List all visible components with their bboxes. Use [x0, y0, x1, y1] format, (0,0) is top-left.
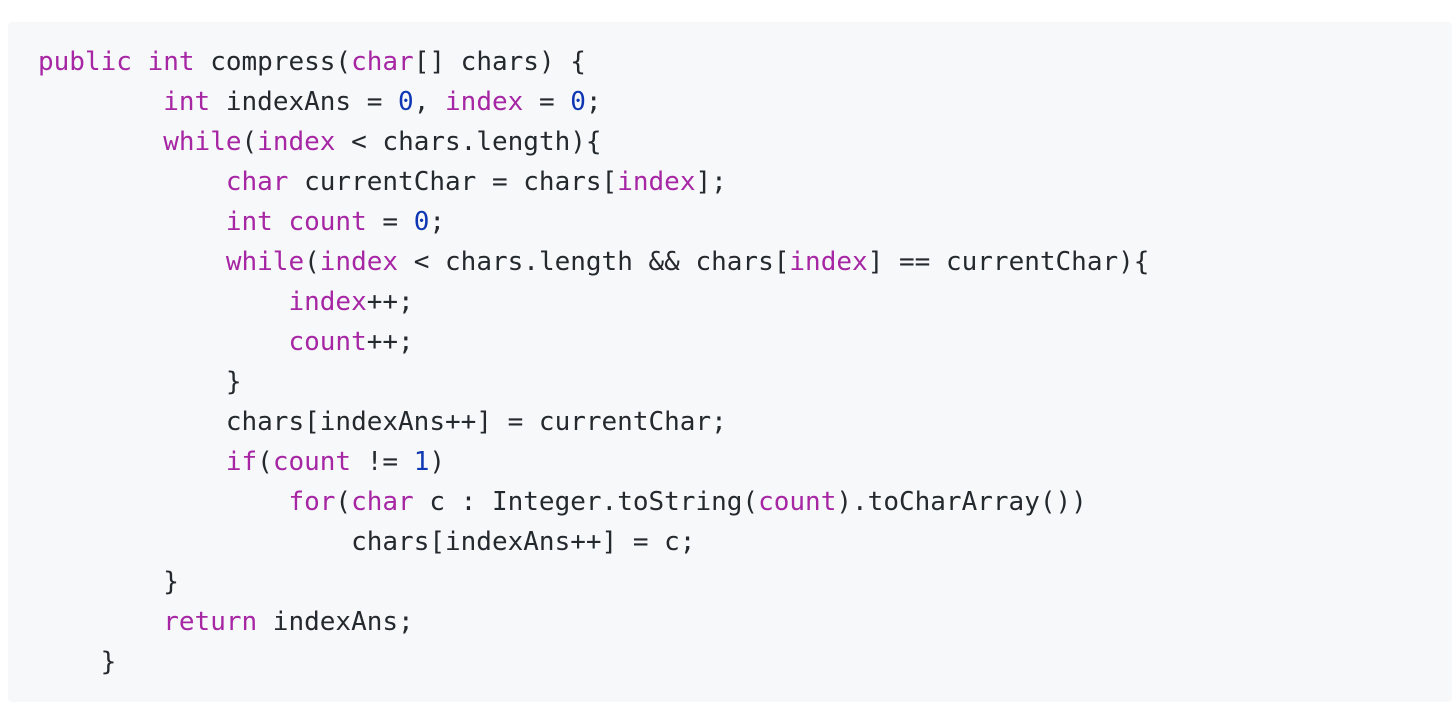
code-line: while(index < chars.length && chars[inde… [38, 242, 1150, 282]
code-token: ]; [695, 167, 727, 197]
code-token: ).toCharArray()) [836, 487, 1087, 517]
code-token: int [147, 47, 195, 77]
code-token: while [225, 247, 305, 277]
code-token: , [413, 87, 446, 117]
code-token: ( [257, 447, 273, 477]
code-line: } [38, 642, 1149, 682]
code-block: public int compress(char[] chars) { int … [8, 22, 1452, 702]
code-token: != [351, 447, 414, 477]
code-token: = [366, 207, 414, 237]
code-line: while(index < chars.length){ [38, 122, 1149, 162]
code-token: [] chars) { [413, 47, 586, 77]
code-line: chars[indexAns++] = currentChar; [38, 402, 1149, 442]
code-token: index [288, 287, 367, 317]
code-token: } [100, 647, 117, 677]
code-token: char [351, 47, 414, 77]
code-token: if [225, 447, 258, 477]
code-token: char [351, 487, 414, 517]
code-line: count++; [38, 322, 1149, 362]
code-token: indexAns; [257, 607, 414, 637]
code-line: chars[indexAns++] = c; [38, 522, 1149, 562]
code-line: } [38, 362, 1149, 402]
code-token: } [163, 567, 179, 597]
code-token: 1 [413, 447, 430, 477]
code-token: count [272, 447, 352, 477]
code-token: index [789, 247, 868, 277]
code-token: ( [241, 127, 258, 157]
code-token: int [225, 207, 273, 237]
code-token: chars[indexAns++] = c; [351, 527, 696, 557]
code-line: return indexAns; [38, 602, 1149, 642]
code-token: ) [429, 447, 446, 477]
code-line: } [38, 562, 1149, 602]
code-token: currentChar = chars[ [288, 167, 618, 197]
code-token: count [758, 487, 837, 517]
code-token: while [163, 127, 242, 157]
code-token: index [319, 247, 399, 277]
code-token: ( [304, 247, 320, 277]
code-token: = [523, 87, 571, 117]
code-token: 0 [570, 87, 586, 117]
code-token: count [288, 327, 367, 357]
code-token: ; [585, 87, 602, 117]
code-token: 0 [398, 87, 414, 117]
code-token: int [163, 87, 211, 117]
code-line: char currentChar = chars[index]; [38, 162, 1149, 202]
code-line: index++; [38, 282, 1149, 322]
code-content: public int compress(char[] chars) { int … [38, 42, 1149, 682]
code-token: < chars.length){ [335, 127, 602, 157]
code-token: < chars.length && chars[ [398, 247, 790, 277]
code-line: int indexAns = 0, index = 0; [38, 82, 1149, 122]
code-token: ; [429, 207, 446, 237]
code-token: char [225, 167, 289, 197]
code-token: ] == currentChar){ [867, 247, 1150, 277]
code-token: return [163, 607, 258, 637]
code-token: ++; [366, 327, 414, 357]
code-token: ++; [366, 287, 414, 317]
code-token: c : Integer.toString( [413, 487, 759, 517]
code-token: index [257, 127, 336, 157]
code-token: count [288, 207, 367, 237]
code-line: int count = 0; [38, 202, 1149, 242]
code-token: chars[indexAns++] = currentChar; [225, 407, 727, 437]
code-token: compress( [194, 47, 352, 77]
code-line: public int compress(char[] chars) { [38, 42, 1149, 82]
code-token: 0 [413, 207, 430, 237]
code-token: public [38, 47, 132, 77]
code-token: } [225, 367, 242, 397]
code-line: for(char c : Integer.toString(count).toC… [38, 482, 1149, 522]
code-token: index [445, 87, 524, 117]
code-token: index [617, 167, 696, 197]
code-token: for [288, 487, 336, 517]
code-token: indexAns = [210, 87, 399, 117]
code-token: ( [335, 487, 352, 517]
code-line: if(count != 1) [38, 442, 1149, 482]
